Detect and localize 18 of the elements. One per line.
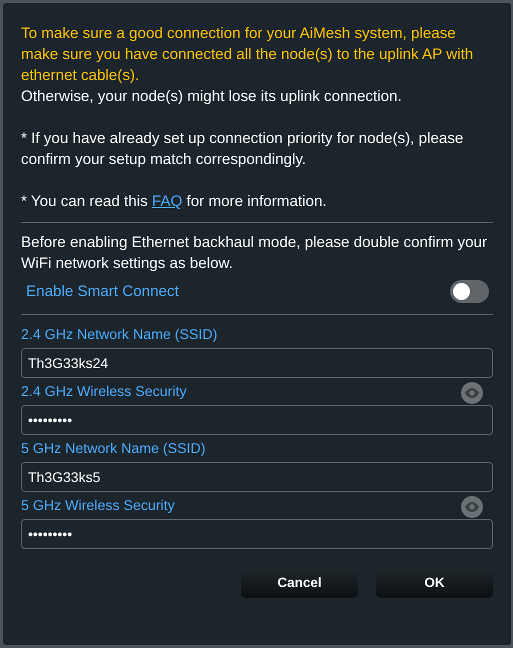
intro-text: Before enabling Ethernet backhaul mode, please double confirm your WiFi network settings as below. — [21, 233, 488, 274]
input-field[interactable]: Th3G33ks5 — [21, 462, 493, 492]
field-label: 2.4 GHz Network Name (SSID) — [21, 326, 218, 345]
faq-link[interactable]: FAQ — [152, 193, 182, 210]
notice-text: Otherwise, your node(s) might lose its uplink connection. — [21, 87, 403, 107]
field-label: 5 GHz Network Name (SSID) — [21, 440, 206, 459]
setting-label: Enable Smart Connect — [26, 282, 179, 302]
field-label: 2.4 GHz Wireless Security — [21, 383, 187, 402]
eye-icon[interactable] — [461, 496, 483, 518]
warning-text: To make sure a good connection for your AiMesh system, please make sure you have connected all the node(s) to the uplink AP with ethernet cable(s). — [21, 24, 474, 86]
input-field[interactable]: Th3G33ks24 — [21, 348, 493, 378]
eye-icon[interactable] — [461, 382, 483, 404]
notice-text: * You can read this FAQ for more information. — [21, 192, 328, 212]
password-field[interactable]: ••••••••• — [21, 519, 493, 549]
password-field[interactable]: ••••••••• — [21, 405, 493, 435]
field-label: 5 GHz Wireless Security — [21, 497, 175, 516]
notice-text: * If you have already set up connection priority for node(s), please confirm your setup match correspondingly. — [21, 129, 464, 170]
toggle-switch[interactable] — [450, 280, 489, 303]
